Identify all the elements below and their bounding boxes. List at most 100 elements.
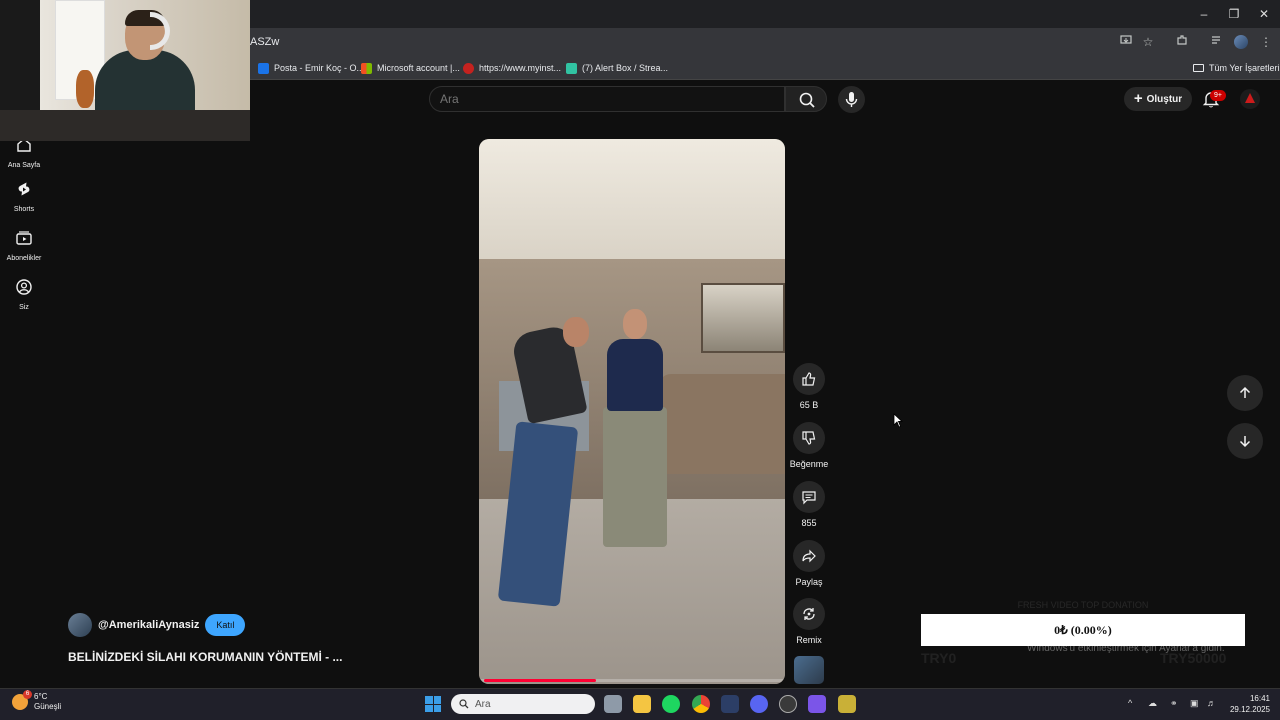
system-clock[interactable]: 16:41 29.12.2025 xyxy=(1226,693,1270,715)
sound-source-thumbnail[interactable] xyxy=(794,656,824,684)
comment-count: 855 xyxy=(801,518,817,528)
voice-search-button[interactable] xyxy=(838,86,865,113)
sidebar-item-you[interactable]: Siz xyxy=(0,278,48,311)
folder-icon xyxy=(1193,64,1204,72)
weather-temp: 6°C xyxy=(34,692,48,701)
outlook-icon xyxy=(258,62,269,74)
clock-date: 29.12.2025 xyxy=(1229,705,1270,714)
task-view-icon[interactable] xyxy=(604,695,622,713)
url-field[interactable]: ASZw xyxy=(250,31,1110,53)
search-button[interactable] xyxy=(785,86,827,112)
remix-button[interactable] xyxy=(793,598,825,630)
short-video-player[interactable] xyxy=(479,139,785,684)
all-bookmarks-folder[interactable]: Tüm Yer İşaretleri xyxy=(1193,60,1280,76)
search-icon xyxy=(799,92,815,108)
microphone-icon[interactable]: ⚭ xyxy=(1170,698,1178,709)
bookmark-label: Microsoft account |... xyxy=(377,63,460,73)
bookmark-item[interactable]: (7) Alert Box / Strea... xyxy=(566,60,668,76)
remix-action[interactable]: Remix xyxy=(789,598,829,645)
streamlabs-icon xyxy=(566,62,577,74)
restore-button[interactable]: ❐ xyxy=(1224,4,1244,24)
file-explorer-icon[interactable] xyxy=(633,695,651,713)
onedrive-icon[interactable]: ☁ xyxy=(1148,698,1157,709)
person-right xyxy=(607,339,663,411)
microsoft-icon xyxy=(361,62,372,74)
start-button[interactable] xyxy=(425,696,441,712)
app-icon[interactable] xyxy=(838,695,856,713)
video-title[interactable]: BELİNİZDEKİ SİLAHI KORUMANIN YÖNTEMİ - .… xyxy=(68,650,342,664)
spotify-icon[interactable] xyxy=(662,695,680,713)
channel-avatar[interactable] xyxy=(68,613,92,637)
like-button[interactable] xyxy=(793,363,825,395)
you-icon xyxy=(16,279,32,295)
subscriptions-icon xyxy=(16,231,32,245)
share-action[interactable]: Paylaş xyxy=(789,540,829,587)
sidebar-item-subscriptions[interactable]: Abonelikler xyxy=(0,229,48,262)
arrow-up-icon xyxy=(1239,386,1251,398)
install-app-icon[interactable] xyxy=(1117,33,1135,51)
app-icon[interactable] xyxy=(721,695,739,713)
search-box[interactable] xyxy=(429,86,785,112)
donation-goal-start: TRY0 xyxy=(921,650,957,666)
comments-action[interactable]: 855 xyxy=(789,481,829,528)
tray-overflow-icon[interactable]: ^ xyxy=(1128,698,1132,708)
channel-row: @AmerikaliAynasiz Katıl xyxy=(68,612,246,638)
previous-short-button[interactable] xyxy=(1227,375,1263,411)
search-icon xyxy=(459,699,469,709)
create-button[interactable]: + Oluştur xyxy=(1124,87,1192,111)
mouse-cursor xyxy=(893,413,904,433)
account-avatar[interactable] xyxy=(1240,89,1260,109)
chrome-icon[interactable] xyxy=(692,695,710,713)
bookmarks-folder-label: Tüm Yer İşaretleri xyxy=(1209,63,1280,73)
next-short-button[interactable] xyxy=(1227,423,1263,459)
network-icon[interactable]: ▣ xyxy=(1190,698,1199,709)
channel-name[interactable]: @AmerikaliAynasiz xyxy=(98,619,199,631)
dislike-action[interactable]: Beğenme xyxy=(789,422,829,469)
extensions-icon[interactable] xyxy=(1173,33,1191,51)
join-button[interactable]: Katıl xyxy=(205,614,246,636)
close-window-button[interactable]: ✕ xyxy=(1254,4,1274,24)
bookmark-label: https://www.myinst... xyxy=(479,63,562,73)
discord-icon[interactable] xyxy=(750,695,768,713)
bookmark-star-icon[interactable]: ☆ xyxy=(1139,33,1157,51)
sidebar-label: Shorts xyxy=(13,206,35,213)
thumbs-down-icon xyxy=(802,431,816,445)
dislike-button[interactable] xyxy=(793,422,825,454)
clock-time: 16:41 xyxy=(1249,694,1270,703)
remix-icon xyxy=(803,608,815,620)
obs-icon[interactable] xyxy=(779,695,797,713)
arrow-down-icon xyxy=(1239,436,1251,448)
browser-menu-icon[interactable]: ⋮ xyxy=(1257,33,1275,51)
couch xyxy=(659,374,785,474)
bookmark-item[interactable]: Microsoft account |... xyxy=(361,60,460,76)
minimize-button[interactable]: – xyxy=(1194,4,1214,24)
progress-bar[interactable] xyxy=(484,679,597,682)
search-input[interactable] xyxy=(430,87,784,111)
url-text: ASZw xyxy=(250,36,280,48)
like-action[interactable]: 65 B xyxy=(789,363,829,410)
sidebar-label: Abonelikler xyxy=(6,255,42,262)
share-button[interactable] xyxy=(793,540,825,572)
sidebar-item-shorts[interactable]: Shorts xyxy=(0,180,48,213)
volume-icon[interactable]: ♬ xyxy=(1207,698,1216,708)
comments-button[interactable] xyxy=(793,481,825,513)
dislike-label: Beğenme xyxy=(789,459,829,469)
profile-avatar-icon[interactable] xyxy=(1232,33,1250,51)
microphone-icon xyxy=(845,92,858,107)
bookmark-item[interactable]: Posta - Emir Koç - O... xyxy=(258,60,364,76)
taskbar-search[interactable]: Ara xyxy=(451,694,595,714)
sidebar-label: Siz xyxy=(19,304,29,311)
webcam-overlay xyxy=(0,0,250,141)
bookmark-item[interactable]: https://www.myinst... xyxy=(463,60,561,76)
comment-icon xyxy=(802,491,816,505)
notification-count-badge: 9+ xyxy=(1210,90,1226,101)
bookmark-label: Posta - Emir Koç - O... xyxy=(274,63,365,73)
thumbs-up-icon xyxy=(802,372,816,386)
media-control-icon[interactable] xyxy=(1208,33,1226,51)
weather-widget[interactable]: 6 6°C Güneşli xyxy=(12,690,61,712)
donation-goal-end: TRY50000 xyxy=(1160,650,1227,666)
streamlabs-app-icon[interactable] xyxy=(808,695,826,713)
share-label: Paylaş xyxy=(795,577,823,587)
bookmark-label: (7) Alert Box / Strea... xyxy=(582,63,669,73)
like-count: 65 B xyxy=(799,400,819,410)
